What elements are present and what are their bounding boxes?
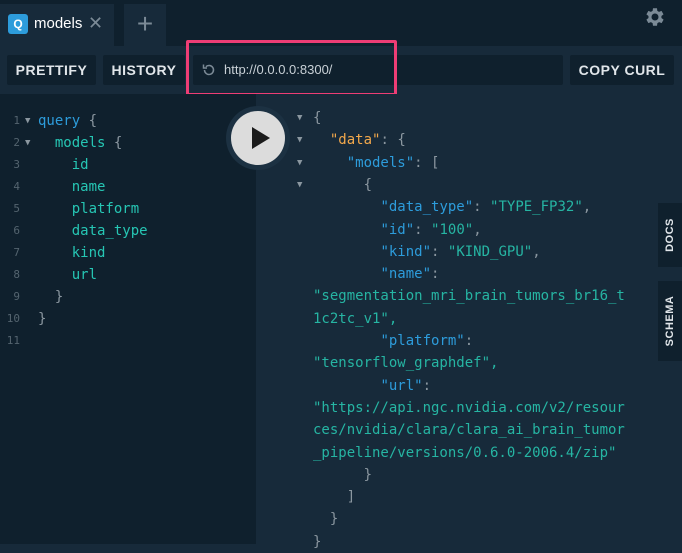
line-number: 5 — [13, 202, 20, 215]
result-viewer: ▼ { ▼ "data": { ▼ "models": [ ▼ { "data_type… — [256, 94, 682, 550]
close-icon[interactable]: ✕ — [88, 13, 103, 33]
play-button-face[interactable] — [231, 111, 285, 165]
query-code: id — [71, 157, 89, 173]
line-number: 9 — [13, 290, 20, 303]
query-code: } — [54, 289, 64, 305]
query-badge-icon: Q — [8, 14, 28, 34]
result-code: "url": — [380, 377, 432, 394]
line-number: 4 — [13, 180, 20, 193]
result-code: } — [329, 511, 339, 528]
result-code: { — [313, 110, 322, 126]
query-editor[interactable]: 1 ▼ query { 2 ▼ models { 3 id 4 name 5 platform… — [0, 94, 256, 544]
docs-tab[interactable]: DOCS — [658, 203, 682, 267]
prettify-button[interactable]: PRETTIFY — [7, 55, 96, 85]
result-code: "data_type": "TYPE_FP32", — [380, 199, 592, 216]
add-tab-button[interactable]: + — [124, 4, 166, 46]
schema-tab[interactable]: SCHEMA — [658, 281, 682, 361]
result-code: "data": { — [329, 132, 406, 149]
line-number: 7 — [13, 246, 20, 259]
result-code: "platform": — [380, 333, 474, 349]
result-code: ] — [346, 489, 356, 506]
line-number: 10 — [6, 312, 20, 325]
fold-arrow-icon[interactable]: ▼ — [297, 174, 302, 196]
line-number: 1 — [13, 114, 20, 127]
query-code: url — [71, 267, 98, 283]
fold-arrow-icon[interactable]: ▼ — [25, 110, 30, 132]
play-icon — [252, 127, 270, 149]
query-code: models { — [54, 135, 123, 151]
result-code: "id": "100", — [380, 221, 482, 238]
schema-tab-label: SCHEMA — [664, 295, 676, 347]
settings-gear-icon[interactable] — [642, 5, 666, 29]
query-code: platform — [71, 201, 140, 217]
result-code: _pipeline/versions/0.6.0-2006.4/zip" — [313, 444, 617, 461]
result-code: 1c2tc_v1", — [313, 310, 398, 327]
query-code: query { — [38, 113, 98, 129]
fold-arrow-icon[interactable]: ▼ — [297, 129, 302, 151]
result-code: ces/nvidia/clara/clara_ai_brain_tumor — [313, 422, 625, 439]
result-code: "name": — [380, 266, 440, 283]
line-number: 11 — [6, 334, 20, 347]
url-highlight-annotation — [186, 40, 397, 96]
line-number: 8 — [13, 268, 20, 281]
copy-curl-button[interactable]: COPY CURL — [570, 55, 674, 85]
result-code: } — [313, 533, 322, 550]
query-code: name — [71, 179, 106, 195]
result-code: { — [363, 176, 373, 193]
fold-arrow-icon[interactable]: ▼ — [25, 132, 30, 154]
result-code: "models": [ — [346, 154, 440, 171]
history-button[interactable]: HISTORY — [103, 55, 185, 85]
result-code: "kind": "KIND_GPU", — [380, 243, 541, 260]
query-code: kind — [71, 245, 106, 261]
docs-tab-label: DOCS — [664, 218, 676, 252]
result-code: "segmentation_mri_brain_tumors_br16_t — [313, 288, 625, 305]
fold-arrow-icon[interactable]: ▼ — [297, 107, 302, 129]
execute-query-button[interactable] — [226, 106, 290, 170]
line-number: 6 — [13, 224, 20, 237]
line-number: 2 — [13, 136, 20, 149]
query-code: } — [38, 311, 47, 327]
result-code: "https://api.ngc.nvidia.com/v2/resour — [313, 399, 625, 416]
tab-title: models — [34, 15, 83, 32]
result-code: "tensorflow_graphdef", — [313, 355, 499, 372]
query-code: data_type — [71, 223, 148, 239]
result-code: } — [363, 466, 373, 483]
line-number: 3 — [13, 158, 20, 171]
fold-arrow-icon[interactable]: ▼ — [297, 152, 302, 174]
tab-models[interactable]: Q models ✕ — [0, 4, 114, 46]
